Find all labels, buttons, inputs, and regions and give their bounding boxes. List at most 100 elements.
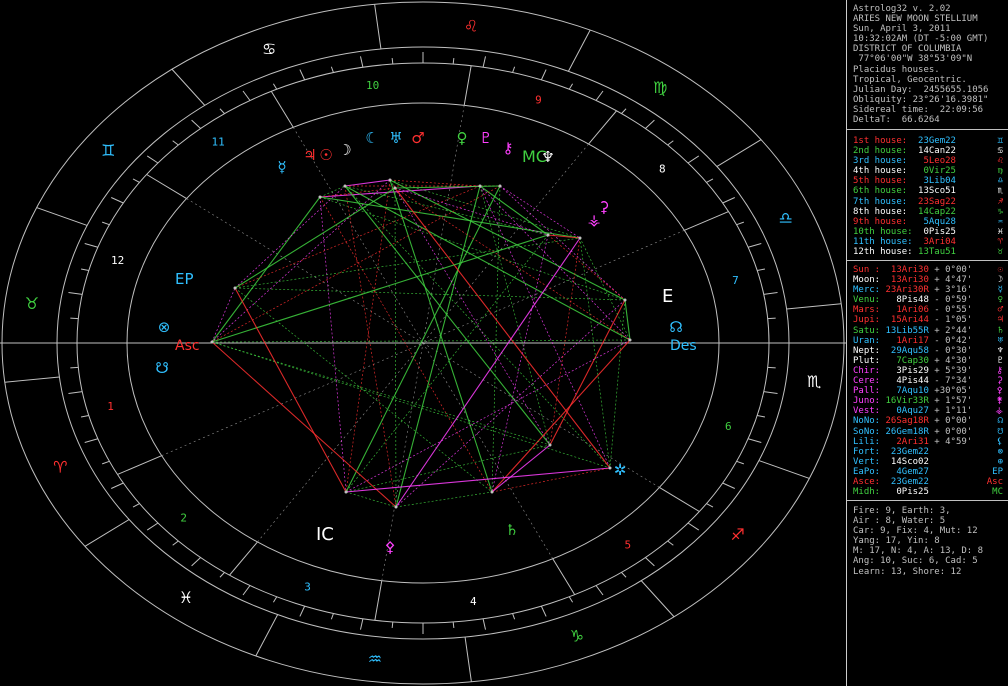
planet-speed: + 0°00' [934, 416, 973, 427]
planet-row: Chir: 3Pis29 + 5°39' ⚷ [847, 366, 1008, 376]
sign-boundary [786, 303, 842, 310]
sign-icon: ♋ [997, 146, 1003, 157]
header-line: 10:32:02AM (DT -5:00 GMT) [853, 34, 989, 45]
planet-icon: ⚳ [996, 376, 1003, 387]
house-cusp-inner [422, 342, 554, 559]
planet-position: 7Cap30 [885, 355, 935, 366]
degree-tick [621, 108, 627, 114]
degree-tick [757, 268, 766, 272]
house-cusps-list: 1st house: 23Gem22 ♊ 2nd house: 14Can22 ♋ 3r… [847, 136, 1008, 257]
header-line: Astrolog32 v. 2.02 [853, 4, 951, 14]
planet-icon: ☉ [997, 265, 1003, 275]
aspect-line [345, 467, 611, 493]
planet-point [548, 443, 552, 447]
sign-icon: ♍ [997, 166, 1003, 177]
degree-tick [272, 596, 278, 603]
sign-icon: ♓ [997, 226, 1003, 237]
aspect-line [319, 196, 493, 493]
planet-name: Satu: [853, 325, 886, 336]
planet-position: 0Aqu27 [885, 406, 935, 417]
house-row: 5th house: 3Lib04 ♎ [847, 176, 1008, 186]
degree-tick [482, 56, 487, 68]
sign-icon: ♒ [997, 216, 1003, 227]
planet-point [490, 490, 494, 494]
degree-tick [146, 522, 159, 531]
info-sidebar: Astrolog32 v. 2.02 ARIES NEW MOON STELLIU… [846, 0, 1008, 686]
sign-glyph-icon: ♏ [807, 372, 821, 391]
planet-name: Plut: [853, 355, 886, 366]
planet-row: Moon: 13Ari30 + 4°47' ☽ [847, 275, 1008, 285]
planet-position: 0Pis25 [885, 487, 935, 498]
house-row: 11th house: 3Ari04 ♈ [847, 237, 1008, 247]
house-number: 7 [732, 274, 739, 287]
planet-glyph-icon: ♄ [505, 521, 518, 539]
degree-tick [172, 140, 179, 146]
planet-glyph-icon: ♅ [389, 129, 402, 147]
header-line: DISTRICT OF COLUMBIA [853, 44, 962, 55]
planet-name: Chir: [853, 365, 886, 376]
planet-name: Nept: [853, 345, 886, 356]
house-row: 1st house: 23Gem22 ♊ [847, 136, 1008, 146]
planet-speed: - 0°42' [934, 335, 973, 346]
sign-icon: ♏ [997, 186, 1003, 197]
planet-speed: - 0°55' [934, 305, 973, 316]
planet-position: 1Ari17 [885, 335, 935, 346]
planet-point [210, 340, 214, 344]
planet-name: Pall: [853, 386, 886, 397]
aspect-line [549, 299, 626, 446]
planet-name: Moon: [853, 275, 886, 286]
house-number: 5 [625, 538, 632, 551]
house-cusp [229, 541, 258, 576]
planet-row: Cere: 4Pis44 - 7°34' ⚳ [847, 376, 1008, 386]
planet-speed: - 1°05' [934, 315, 973, 326]
house-label: 12th house: [853, 247, 913, 258]
planet-icon: Asc [986, 476, 1003, 487]
degree-tick [568, 83, 574, 90]
planet-icon: ♃ [997, 315, 1003, 326]
planet-glyph-icon: ⊗ [158, 318, 171, 336]
house-cusp-inner [422, 230, 685, 344]
house-number: 4 [470, 595, 477, 608]
planet-position: 15Ari44 [885, 315, 935, 326]
house-value: 13Sco51 [912, 186, 956, 197]
house-number: 10 [366, 79, 379, 92]
sign-boundary [171, 68, 206, 106]
house-row: 3rd house: 5Leo28 ♌ [847, 156, 1008, 166]
degree-tick [763, 391, 778, 395]
house-row: 2nd house: 14Can22 ♋ [847, 146, 1008, 156]
degree-tick [540, 605, 547, 617]
degree-tick [330, 613, 334, 620]
degree-tick [242, 585, 251, 596]
planet-point [608, 466, 612, 470]
house-label: 4th house: [853, 166, 913, 177]
planet-row: SoNo: 26Gem18R + 0°00' ☋ [847, 427, 1008, 437]
planet-name: SoNo: [853, 426, 886, 437]
planet-name: EaPo: [853, 466, 886, 477]
aspect-line [579, 237, 631, 341]
planet-icon: ☋ [997, 426, 1003, 437]
planet-speed: + 4°59' [934, 436, 973, 447]
planet-position: 23Gem22 [885, 476, 935, 487]
planet-point [498, 184, 502, 188]
planet-icon: ☊ [997, 416, 1003, 427]
angle-label: Asc [175, 338, 200, 354]
planet-icon: ♅ [997, 335, 1003, 346]
house-row: 7th house: 23Sag22 ♐ [847, 197, 1008, 207]
house-cusp [659, 487, 700, 512]
house-row: 4th house: 0Vir25 ♍ [847, 166, 1008, 176]
degree-tick [111, 197, 124, 204]
degree-tick [512, 66, 516, 73]
planet-speed: +30°05' [934, 386, 973, 397]
planet-glyph-icon: ⚷ [503, 139, 514, 157]
planet-icon: ♀ [997, 295, 1003, 306]
planet-speed: + 3°16' [934, 285, 973, 296]
planet-icon: ⚴ [996, 386, 1003, 397]
house-cusp [270, 91, 294, 128]
planet-point [628, 338, 632, 342]
planet-icon: ♆ [997, 345, 1003, 356]
planet-name: NoNo: [853, 416, 886, 427]
aspect-line [395, 185, 481, 508]
stats-line: Yang: 17, Yin: 8 [853, 536, 940, 547]
planet-speed: + 0°00' [934, 265, 973, 275]
degree-tick [102, 221, 110, 226]
